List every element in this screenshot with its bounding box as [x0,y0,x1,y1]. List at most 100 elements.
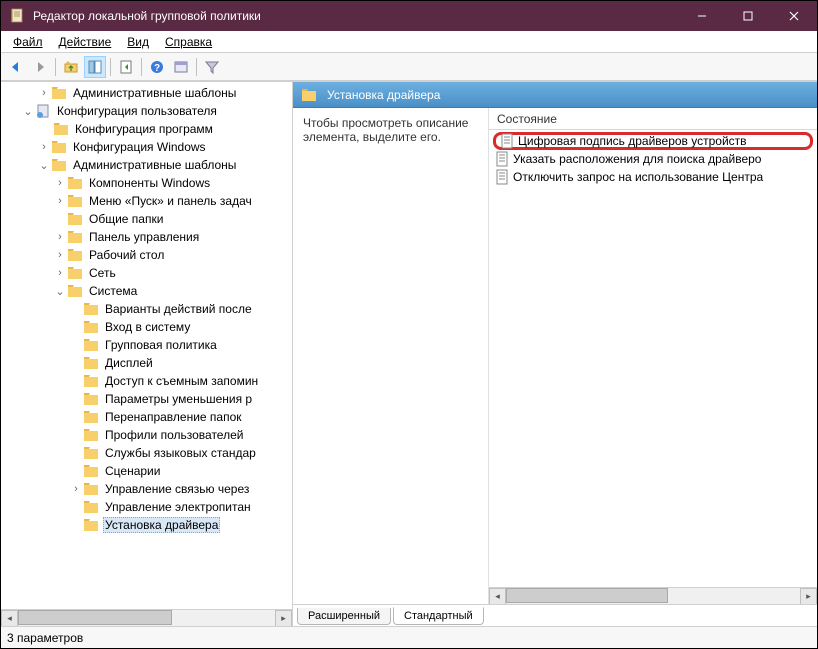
expander-icon[interactable]: › [53,177,67,189]
menu-file[interactable]: Файл [5,33,51,51]
scroll-left-button[interactable]: ◂ [1,610,18,627]
expander-icon[interactable]: › [37,141,51,153]
folder-icon [83,392,99,406]
tree-label: Варианты действий после [103,302,254,316]
tree-label: Общие папки [87,212,165,226]
tree-node[interactable]: › Меню «Пуск» и панель задач [1,192,292,210]
menu-help[interactable]: Справка [157,33,220,51]
tree-node-system[interactable]: ⌄ Система [1,282,292,300]
folder-icon [83,446,99,460]
tree-label: Вход в систему [103,320,192,334]
scroll-track[interactable] [18,610,275,627]
up-folder-button[interactable] [60,56,82,78]
tree-node[interactable]: Конфигурация программ [1,120,292,138]
expander-icon[interactable]: › [53,267,67,279]
tree-node[interactable]: Групповая политика [1,336,292,354]
tree-label: Параметры уменьшения р [103,392,254,406]
tree-label: Административные шаблоны [71,158,238,172]
folder-icon [67,176,83,190]
expander-icon[interactable]: ⌄ [21,105,35,118]
setting-digital-signature[interactable]: Цифровая подпись драйверов устройств [493,132,813,150]
tree-node[interactable]: Вход в систему [1,318,292,336]
details-pane: Установка драйвера Чтобы просмотреть опи… [293,82,817,626]
tree-node[interactable]: › Панель управления [1,228,292,246]
tree-scroll[interactable]: › Административные шаблоны ⌄ Конфигураци… [1,82,292,609]
folder-icon [83,482,99,496]
tree-h-scrollbar[interactable]: ◂ ▸ [1,609,292,626]
maximize-button[interactable] [725,1,771,31]
scroll-thumb[interactable] [506,588,668,603]
tree-node[interactable]: ⌄ Административные шаблоны [1,156,292,174]
svg-text:?: ? [154,63,160,74]
tree-label: Установка драйвера [103,517,220,533]
properties-button[interactable] [170,56,192,78]
expander-icon[interactable]: › [37,87,51,99]
tab-standard[interactable]: Стандартный [393,607,484,625]
tree-node[interactable]: › Компоненты Windows [1,174,292,192]
folder-icon [83,320,99,334]
folder-icon [301,88,317,102]
filter-button[interactable] [201,56,223,78]
setting-search-locations[interactable]: Указать расположения для поиска драйверо [495,150,811,168]
tree-node[interactable]: Службы языковых стандар [1,444,292,462]
scroll-right-button[interactable]: ▸ [275,610,292,627]
folder-icon [83,500,99,514]
titlebar: Редактор локальной групповой политики [1,1,817,31]
tree-node[interactable]: › Конфигурация Windows [1,138,292,156]
tree-label: Управление электропитан [103,500,253,514]
expander-icon[interactable]: › [53,231,67,243]
help-button[interactable]: ? [146,56,168,78]
scroll-left-button[interactable]: ◂ [489,588,506,604]
tree-node-driver-install[interactable]: Установка драйвера [1,516,292,534]
folder-icon [67,248,83,262]
setting-icon [495,151,509,167]
folder-icon [67,284,83,298]
setting-disable-prompt[interactable]: Отключить запрос на использование Центра [495,168,811,186]
expander-icon[interactable]: ⌄ [53,285,67,298]
details-header: Установка драйвера [293,82,817,108]
tree-node[interactable]: Управление электропитан [1,498,292,516]
back-button[interactable] [5,56,27,78]
scroll-right-button[interactable]: ▸ [800,588,817,604]
tree-node[interactable]: Сценарии [1,462,292,480]
tree-node-user-config[interactable]: ⌄ Конфигурация пользователя [1,102,292,120]
column-header-state[interactable]: Состояние [489,108,817,130]
tree-node[interactable]: › Рабочий стол [1,246,292,264]
app-icon [9,8,25,24]
tree-node[interactable]: › Административные шаблоны [1,84,292,102]
tree-node[interactable]: Доступ к съемным запомин [1,372,292,390]
expander-icon[interactable]: ⌄ [37,159,51,172]
folder-icon [83,302,99,316]
tree-label: Сеть [87,266,118,280]
tree-node[interactable]: › Управление связью через [1,480,292,498]
close-button[interactable] [771,1,817,31]
tree-label: Конфигурация пользователя [55,104,219,118]
folder-icon [67,230,83,244]
show-hide-tree-button[interactable] [84,56,106,78]
tree-node[interactable]: Общие папки [1,210,292,228]
menu-action[interactable]: Действие [51,33,120,51]
tab-extended[interactable]: Расширенный [297,608,391,625]
tree-node[interactable]: Варианты действий после [1,300,292,318]
expander-icon[interactable]: › [53,249,67,261]
tree-node[interactable]: Перенаправление папок [1,408,292,426]
forward-button[interactable] [29,56,51,78]
expander-icon[interactable]: › [53,195,67,207]
tree-node[interactable]: Дисплей [1,354,292,372]
scroll-track[interactable] [506,588,800,604]
list-h-scrollbar[interactable]: ◂ ▸ [489,587,817,604]
expander-icon[interactable]: › [69,483,83,495]
tree-label: Управление связью через [103,482,251,496]
tree-node[interactable]: Профили пользователей [1,426,292,444]
tree-node[interactable]: › Сеть [1,264,292,282]
settings-list: Состояние Цифровая подпись драйверов уст… [489,108,817,604]
scroll-thumb[interactable] [18,610,172,625]
minimize-button[interactable] [679,1,725,31]
tree-label: Профили пользователей [103,428,245,442]
tree-node[interactable]: Параметры уменьшения р [1,390,292,408]
menubar: Файл Действие Вид Справка [1,31,817,53]
tree-label: Компоненты Windows [87,176,212,190]
export-list-button[interactable] [115,56,137,78]
menu-view[interactable]: Вид [119,33,157,51]
gpedit-window: Редактор локальной групповой политики Фа… [1,1,817,648]
